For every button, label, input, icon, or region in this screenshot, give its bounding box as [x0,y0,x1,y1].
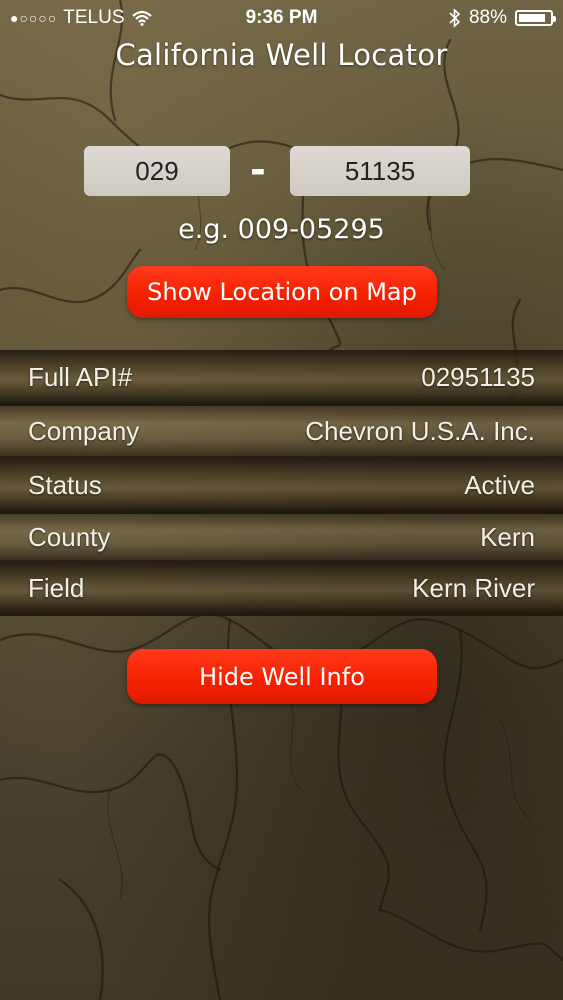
bluetooth-icon [449,8,461,28]
api-separator: - [250,148,266,192]
row-label: Company [28,415,140,446]
battery-percent: 88% [468,7,507,28]
well-info-table: Full API# 02951135 Company Chevron U.S.A… [0,350,563,616]
api-well-number-input[interactable] [290,146,470,196]
well-info-row-full-api: Full API# 02951135 [0,350,563,406]
row-value: Active [464,469,535,500]
row-label: Status [28,469,102,500]
well-info-row-field: Field Kern River [0,562,563,616]
row-value: Chevron U.S.A. Inc. [305,415,535,446]
hide-well-info-button[interactable]: Hide Well Info [127,649,437,704]
well-info-row-status: Status Active [0,458,563,514]
api-example-hint: e.g. 009-05295 [178,214,385,245]
api-county-code-input[interactable] [84,146,230,196]
row-label: Full API# [28,361,133,392]
row-label: Field [28,572,85,603]
show-location-on-map-button[interactable]: Show Location on Map [127,266,437,318]
well-info-row-county: County Kern [0,514,563,562]
status-right: 88% [449,7,556,29]
battery-icon [515,10,556,26]
status-bar: ●○○○○ TELUS 9:36 PM 88% [0,0,563,36]
row-value: Kern River [412,572,535,603]
battery-fill [519,14,545,22]
row-value: Kern [480,521,535,552]
app-title: California Well Locator [115,38,448,72]
row-value: 02951135 [421,361,535,392]
row-label: County [28,521,111,552]
well-info-row-company: Company Chevron U.S.A. Inc. [0,406,563,458]
